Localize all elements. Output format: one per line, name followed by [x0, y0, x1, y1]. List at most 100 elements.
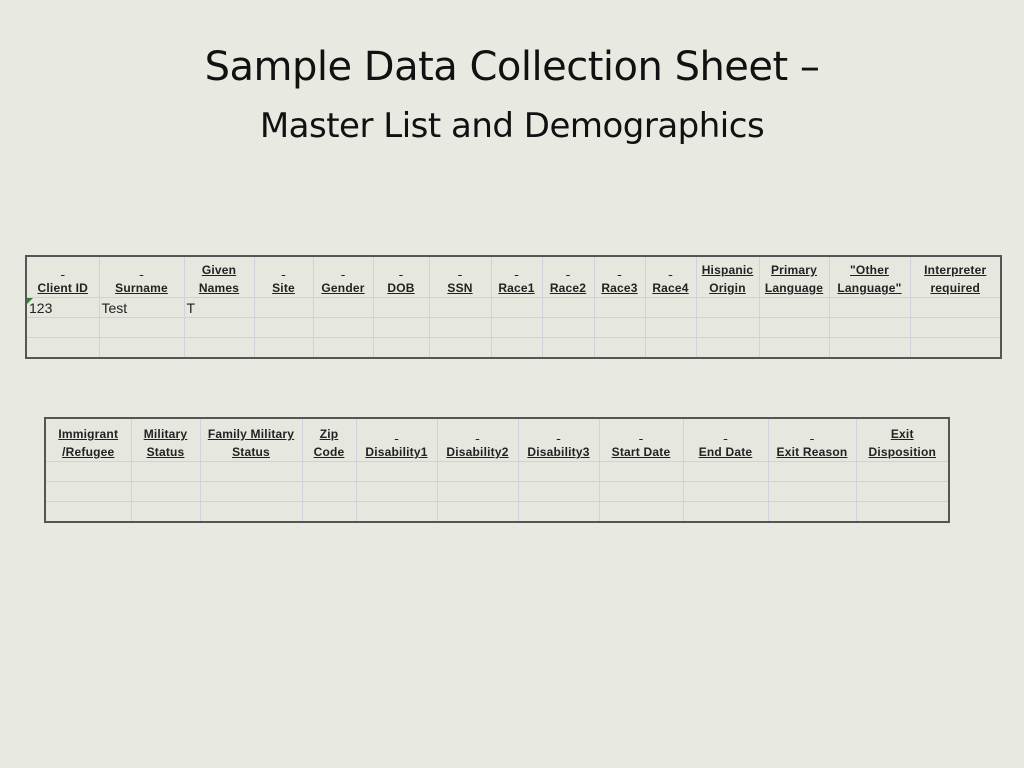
table-cell[interactable] — [695, 337, 760, 359]
table-cell[interactable] — [183, 317, 255, 338]
column-header-other-language: "Other Language" — [828, 255, 911, 298]
table-cell[interactable] — [909, 317, 1002, 338]
table-cell[interactable] — [436, 481, 519, 502]
header-line: Gender — [321, 281, 365, 295]
table-cell[interactable] — [355, 501, 438, 523]
table-cell[interactable] — [828, 337, 911, 359]
table-cell[interactable] — [541, 337, 595, 359]
table-cell[interactable] — [758, 297, 830, 318]
table-cell[interactable] — [355, 481, 438, 502]
table-cell[interactable] — [301, 461, 357, 482]
table-cell[interactable] — [490, 337, 543, 359]
header-line: Race2 — [549, 281, 587, 295]
header-line: Family Military — [207, 427, 295, 441]
table-cell[interactable] — [312, 297, 374, 318]
table-cell[interactable] — [767, 501, 857, 523]
table-cell[interactable] — [541, 297, 595, 318]
column-header-end-date: End Date — [682, 417, 769, 462]
header-line: "Other — [850, 263, 889, 277]
table-cell[interactable] — [44, 501, 132, 523]
header-line: Client ID — [37, 281, 88, 295]
table-cell[interactable] — [758, 337, 830, 359]
table-cell[interactable] — [253, 297, 314, 318]
table-cell[interactable] — [355, 461, 438, 482]
table-cell[interactable] — [767, 461, 857, 482]
header-line: Status — [232, 445, 270, 459]
table-cell[interactable] — [855, 461, 950, 482]
table-cell[interactable] — [593, 297, 646, 318]
table-cell[interactable] — [183, 337, 255, 359]
column-header-military-status: Military Status — [130, 417, 201, 462]
header-line: Disability3 — [527, 445, 590, 459]
header-line: Race1 — [498, 281, 535, 295]
table-cell[interactable] — [372, 337, 430, 359]
table-cell[interactable] — [682, 461, 769, 482]
table-cell[interactable] — [855, 501, 950, 523]
table-cell[interactable] — [593, 317, 646, 338]
header-line: Language" — [837, 281, 902, 295]
table-cell[interactable] — [598, 461, 684, 482]
table-cell[interactable]: 123 — [25, 297, 100, 318]
table-cell[interactable] — [598, 481, 684, 502]
table-cell[interactable] — [372, 297, 430, 318]
table-cell[interactable] — [644, 317, 697, 338]
table-cell[interactable] — [644, 337, 697, 359]
table-cell[interactable] — [517, 461, 600, 482]
table-cell[interactable] — [517, 501, 600, 523]
table-cell[interactable] — [44, 461, 132, 482]
table-cell[interactable] — [98, 317, 185, 338]
table-cell[interactable] — [758, 317, 830, 338]
table-cell[interactable] — [199, 481, 303, 502]
column-header-family-military-status: Family Military Status — [199, 417, 303, 462]
table-cell[interactable] — [436, 501, 519, 523]
table-cell[interactable] — [130, 461, 201, 482]
table-cell[interactable] — [301, 501, 357, 523]
table-cell[interactable] — [25, 317, 100, 338]
header-line — [102, 261, 182, 279]
table-cell[interactable] — [253, 337, 314, 359]
table-cell[interactable] — [428, 337, 492, 359]
table-cell[interactable] — [301, 481, 357, 502]
table-cell[interactable] — [541, 317, 595, 338]
table-cell[interactable] — [130, 481, 201, 502]
table-cell[interactable] — [909, 337, 1002, 359]
header-line — [494, 261, 540, 279]
table-cell[interactable] — [253, 317, 314, 338]
table-cell[interactable] — [44, 481, 132, 502]
table-cell[interactable] — [428, 317, 492, 338]
table-cell[interactable] — [199, 501, 303, 523]
table-cell[interactable] — [98, 337, 185, 359]
table-cell[interactable]: T — [183, 297, 255, 318]
table-cell[interactable] — [598, 501, 684, 523]
table-row — [25, 337, 1002, 359]
table-cell[interactable] — [909, 297, 1002, 318]
table-cell[interactable] — [682, 481, 769, 502]
table-cell[interactable] — [130, 501, 201, 523]
column-header-ssn: SSN — [428, 255, 492, 298]
table-cell[interactable] — [828, 297, 911, 318]
table-cell[interactable] — [312, 317, 374, 338]
table-row — [44, 501, 950, 523]
table-cell[interactable] — [855, 481, 950, 502]
table-cell[interactable] — [199, 461, 303, 482]
table-cell[interactable] — [517, 481, 600, 502]
table-cell[interactable] — [490, 317, 543, 338]
table-cell[interactable] — [25, 337, 100, 359]
table-cell[interactable] — [695, 297, 760, 318]
table-cell[interactable] — [695, 317, 760, 338]
table-cell[interactable] — [828, 317, 911, 338]
header-line: Exit Reason — [776, 445, 848, 459]
table-cell[interactable] — [767, 481, 857, 502]
table-cell[interactable] — [644, 297, 697, 318]
table-cell[interactable] — [682, 501, 769, 523]
header-line: Status — [146, 445, 185, 459]
table-cell[interactable] — [312, 337, 374, 359]
column-header-hispanic-origin: Hispanic Origin — [695, 255, 760, 298]
table-cell[interactable] — [428, 297, 492, 318]
table-cell[interactable]: Test — [98, 297, 185, 318]
table-cell[interactable] — [372, 317, 430, 338]
table-cell[interactable] — [593, 337, 646, 359]
table-cell[interactable] — [490, 297, 543, 318]
column-header-primary-language: Primary Language — [758, 255, 830, 298]
table-cell[interactable] — [436, 461, 519, 482]
